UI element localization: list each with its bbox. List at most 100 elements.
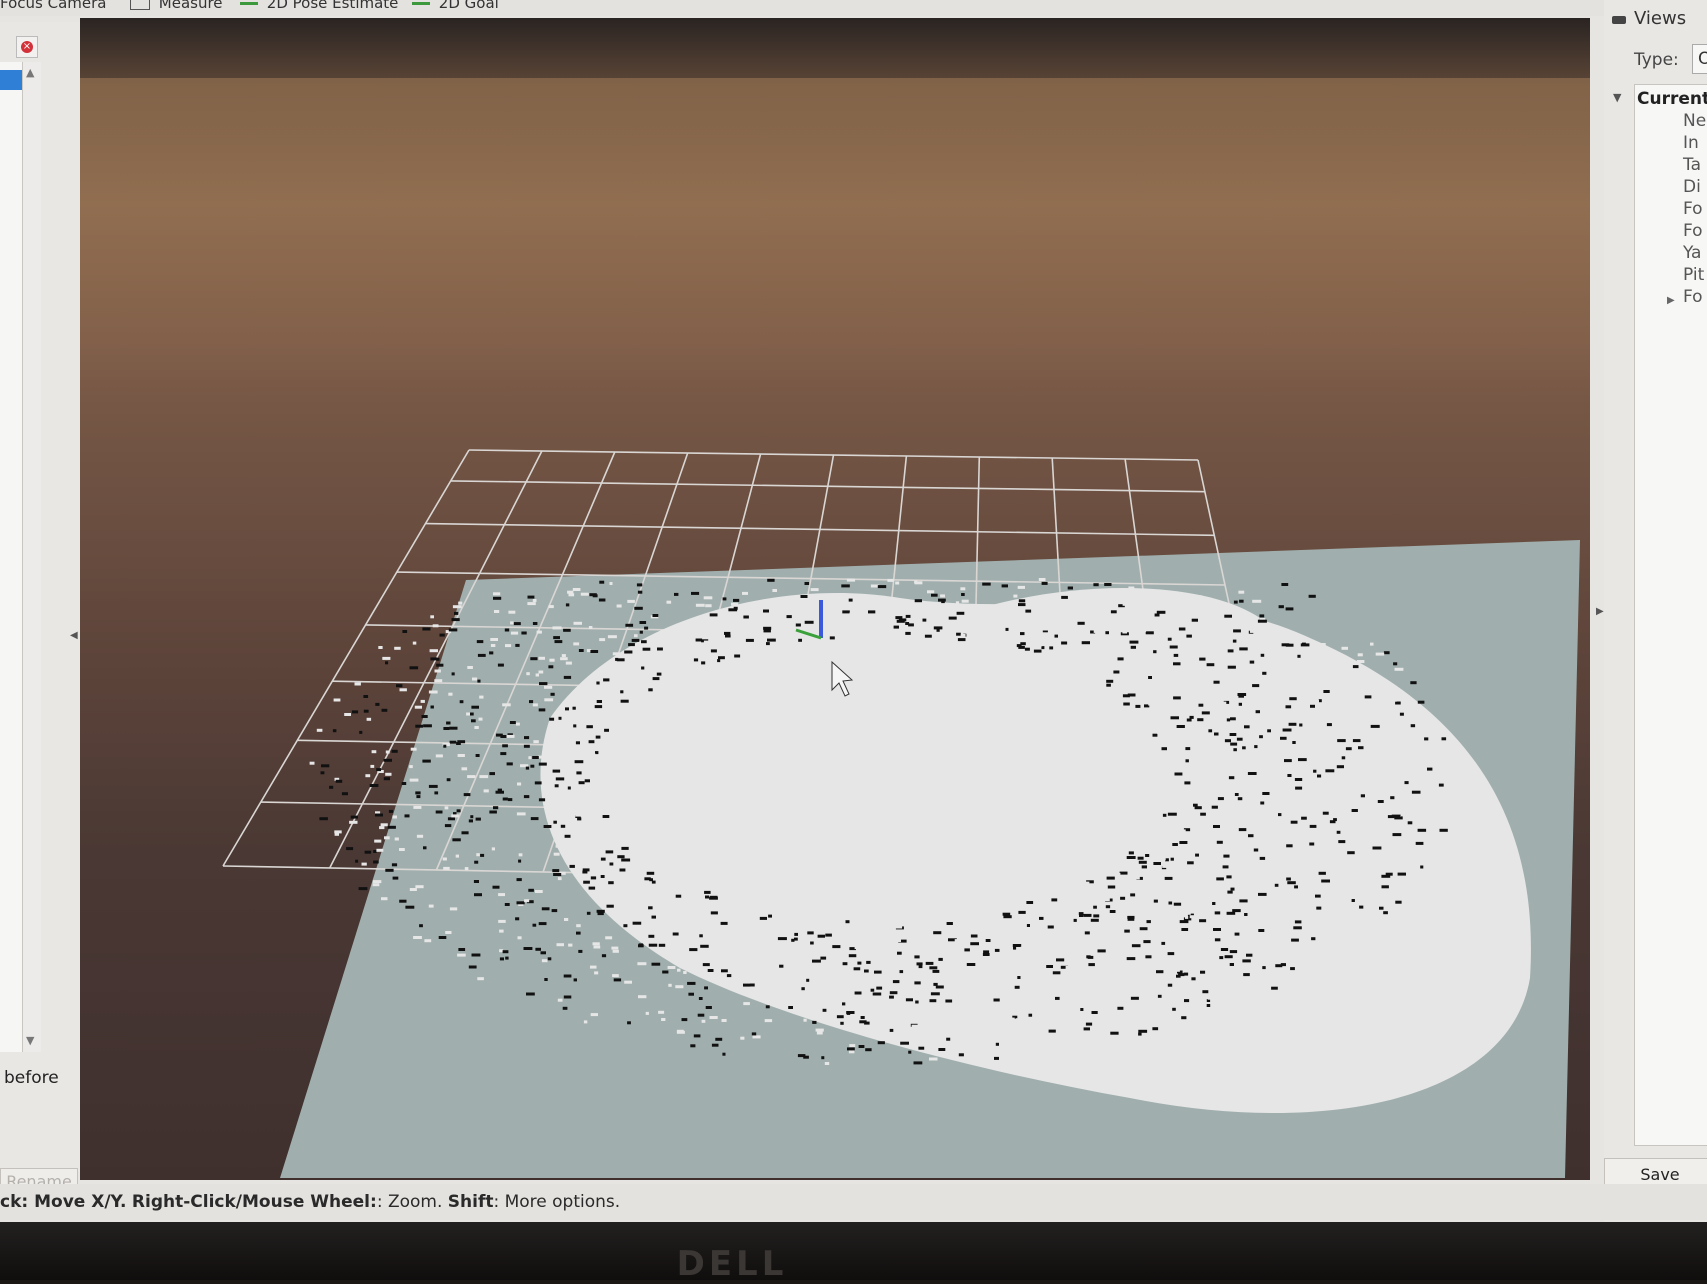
map-cell <box>607 893 613 897</box>
map-cell <box>1364 695 1372 699</box>
displays-scrollbar[interactable]: ▲ ▼ <box>22 62 41 1052</box>
map-cell <box>529 700 534 704</box>
map-cell <box>1061 932 1068 936</box>
map-cell <box>1248 908 1253 912</box>
map-cell <box>541 959 548 963</box>
map-cell <box>1219 956 1224 960</box>
map-cell <box>1198 932 1206 936</box>
map-cell <box>743 615 749 619</box>
property-focal-size[interactable]: Fo <box>1683 199 1703 219</box>
map-cell <box>1297 654 1301 658</box>
map-cell <box>896 619 905 623</box>
map-cell <box>402 630 408 633</box>
map-cell <box>321 764 330 768</box>
map-cell <box>887 578 894 582</box>
map-cell <box>930 992 940 996</box>
map-cell <box>538 670 544 674</box>
property-pitch[interactable]: Pit <box>1683 265 1704 285</box>
map-cell <box>1255 710 1260 714</box>
property-invert-z[interactable]: In <box>1683 133 1699 153</box>
current-view-row[interactable]: Current <box>1637 89 1707 109</box>
map-cell <box>1281 583 1289 586</box>
map-cell <box>1328 743 1334 747</box>
map-cell <box>1174 772 1183 776</box>
collapse-right-icon[interactable]: ▶ <box>1596 606 1604 617</box>
map-cell <box>658 1010 665 1014</box>
measure-tool[interactable]: Measure <box>130 0 223 14</box>
map-cell <box>1209 760 1219 764</box>
map-cell <box>409 888 417 891</box>
map-cell <box>1010 1017 1015 1021</box>
pose-estimate-tool[interactable]: 2D Pose Estimate <box>240 0 398 14</box>
property-target-frame[interactable]: Ta <box>1683 155 1701 175</box>
map-cell <box>517 936 522 940</box>
map-cell <box>329 785 334 789</box>
map-cell <box>1029 1037 1034 1041</box>
map-cell <box>416 834 424 838</box>
map-cell <box>448 628 458 632</box>
map-cell <box>620 699 629 703</box>
map-cell <box>1262 671 1267 675</box>
map-cell <box>1261 865 1265 869</box>
map-cell <box>551 909 558 913</box>
map-cell <box>993 998 1000 1002</box>
map-cell <box>434 791 439 795</box>
map-cell <box>1127 693 1136 697</box>
property-focal-alpha[interactable]: Fo <box>1683 221 1703 241</box>
map-cell <box>1122 630 1127 634</box>
property-focal-point[interactable]: Fo <box>1683 287 1703 307</box>
map-cell <box>429 649 438 653</box>
map-cell <box>351 710 359 714</box>
map-cell <box>443 727 450 730</box>
map-cell <box>1073 918 1077 922</box>
map-cell <box>1257 619 1267 623</box>
map-cell <box>499 949 504 953</box>
map-cell <box>1196 662 1201 666</box>
map-cell <box>1345 747 1352 751</box>
selected-display-row[interactable] <box>0 70 24 90</box>
map-cell <box>1387 829 1392 833</box>
scroll-down-icon[interactable]: ▼ <box>26 1034 34 1047</box>
map-cell <box>1310 914 1320 918</box>
expand-arrow-icon[interactable]: ▼ <box>1613 91 1621 104</box>
map-cell <box>498 893 505 897</box>
3d-viewport[interactable] <box>80 18 1590 1180</box>
map-cell <box>560 824 566 828</box>
map-cell <box>409 778 419 782</box>
map-cell <box>1091 1011 1098 1014</box>
map-cell <box>1330 785 1339 789</box>
map-cell <box>414 705 422 709</box>
property-distance[interactable]: Di <box>1683 177 1701 197</box>
map-cell <box>593 723 598 727</box>
panel-close-button[interactable]: × <box>16 36 38 58</box>
map-cell <box>1347 851 1355 855</box>
map-cell <box>1277 636 1284 640</box>
map-cell <box>1309 842 1315 846</box>
map-cell <box>1167 812 1177 816</box>
goal-tool[interactable]: 2D Goal <box>412 0 499 14</box>
map-cell <box>550 692 555 696</box>
map-cell <box>538 922 547 926</box>
view-properties-tree[interactable]: ▼ Current Ne In Ta Di Fo Fo Ya Pit ▶ Fo <box>1613 84 1707 1146</box>
map-cell <box>1267 752 1275 756</box>
map-cell <box>938 964 947 968</box>
map-cell <box>341 792 348 796</box>
map-cell <box>319 817 328 821</box>
map-cell <box>1290 967 1295 971</box>
map-cell <box>662 970 669 974</box>
map-cell <box>479 695 484 699</box>
map-cell <box>592 820 601 824</box>
map-cell <box>1388 698 1397 702</box>
map-cell <box>1001 584 1008 588</box>
scroll-up-icon[interactable]: ▲ <box>26 66 34 79</box>
expand-arrow-icon[interactable]: ▶ <box>1667 295 1675 306</box>
property-yaw[interactable]: Ya <box>1683 243 1701 263</box>
map-cell <box>1143 940 1151 944</box>
view-type-select[interactable]: O <box>1692 44 1707 74</box>
map-cell <box>516 722 520 726</box>
map-cell <box>892 939 901 943</box>
focus-camera-tool[interactable]: Focus Camera <box>0 0 106 14</box>
property-near-clip[interactable]: Ne <box>1683 111 1706 131</box>
map-cell <box>652 677 660 681</box>
collapse-left-icon[interactable]: ◀ <box>70 630 78 641</box>
